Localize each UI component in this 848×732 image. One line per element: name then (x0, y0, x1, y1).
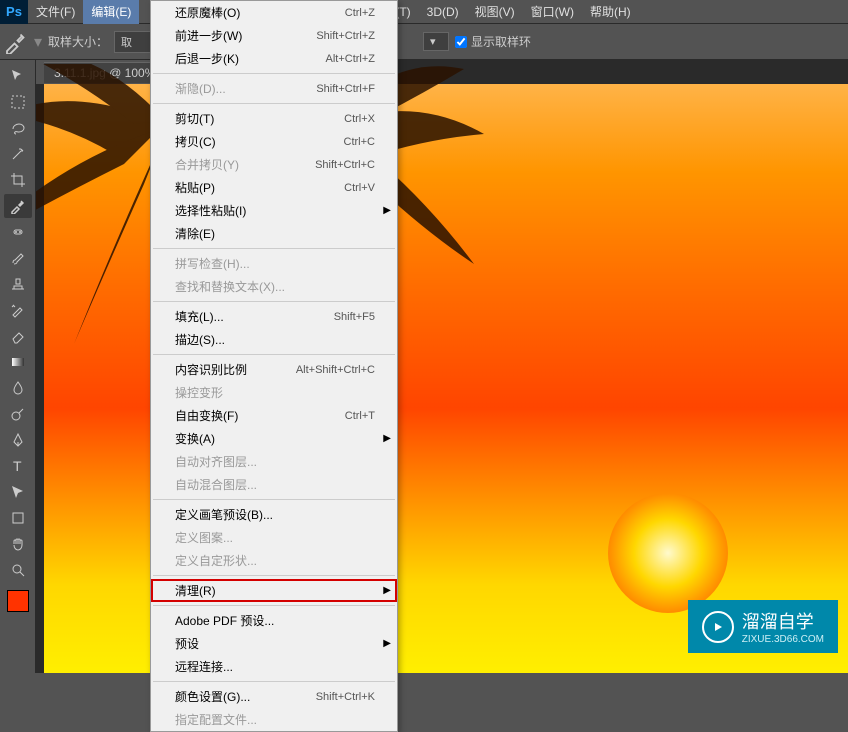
menu-item[interactable]: 粘贴(P)Ctrl+V (151, 176, 397, 199)
menu-item[interactable]: 后退一步(K)Alt+Ctrl+Z (151, 47, 397, 70)
menu-item: 合并拷贝(Y)Shift+Ctrl+C (151, 153, 397, 176)
menu-item: 自动对齐图层... (151, 450, 397, 473)
options-bar: ▾ 取样大小： 取 ▾ 显示取样环 (0, 24, 848, 60)
edit-dropdown-menu: 还原魔棒(O)Ctrl+Z前进一步(W)Shift+Ctrl+Z后退一步(K)A… (150, 0, 398, 732)
brush-tool[interactable] (4, 246, 32, 270)
menu-edit[interactable]: 编辑(E) (83, 0, 139, 24)
menu-item[interactable]: 内容识别比例Alt+Shift+Ctrl+C (151, 358, 397, 381)
history-brush-tool[interactable] (4, 298, 32, 322)
menu-item[interactable]: Adobe PDF 预设... (151, 609, 397, 632)
move-tool[interactable] (4, 64, 32, 88)
menu-item: 指定配置文件... (151, 708, 397, 731)
options-dropdown2[interactable]: ▾ (423, 32, 449, 51)
menu-item[interactable]: 还原魔棒(O)Ctrl+Z (151, 1, 397, 24)
menu-item: 查找和替换文本(X)... (151, 275, 397, 298)
stamp-tool[interactable] (4, 272, 32, 296)
menu-item[interactable]: 自由变换(F)Ctrl+T (151, 404, 397, 427)
menu-file[interactable]: 文件(F) (28, 0, 83, 24)
watermark: 溜溜自学 ZIXUE.3D66.COM (688, 600, 838, 653)
eraser-tool[interactable] (4, 324, 32, 348)
menu-item: 定义图案... (151, 526, 397, 549)
app-logo: Ps (0, 0, 28, 24)
menu-view[interactable]: 视图(V) (467, 0, 523, 24)
eyedropper-icon (4, 30, 28, 54)
menu-item[interactable]: 剪切(T)Ctrl+X (151, 107, 397, 130)
gradient-tool[interactable] (4, 350, 32, 374)
type-tool[interactable]: T (4, 454, 32, 478)
menu-item[interactable]: 定义画笔预设(B)... (151, 503, 397, 526)
play-icon (702, 611, 734, 643)
heal-tool[interactable] (4, 220, 32, 244)
sun-graphic (608, 493, 728, 613)
hand-tool[interactable] (4, 532, 32, 556)
path-tool[interactable] (4, 480, 32, 504)
menu-item[interactable]: 填充(L)...Shift+F5 (151, 305, 397, 328)
menu-item[interactable]: 选择性粘贴(I)▶ (151, 199, 397, 222)
menu-help[interactable]: 帮助(H) (582, 0, 639, 24)
menu-item: 操控变形 (151, 381, 397, 404)
menu-item[interactable]: 颜色设置(G)...Shift+Ctrl+K (151, 685, 397, 708)
wand-tool[interactable] (4, 142, 32, 166)
menu-item[interactable]: 描边(S)... (151, 328, 397, 351)
menu-item: 渐隐(D)...Shift+Ctrl+F (151, 77, 397, 100)
menu-item[interactable]: 变换(A)▶ (151, 427, 397, 450)
menu-item[interactable]: 清理(R)▶ (151, 579, 397, 602)
eyedropper-tool[interactable] (4, 194, 32, 218)
svg-text:T: T (13, 458, 22, 474)
dodge-tool[interactable] (4, 402, 32, 426)
menu-item: 定义自定形状... (151, 549, 397, 572)
menu-item[interactable]: 预设▶ (151, 632, 397, 655)
shape-tool[interactable] (4, 506, 32, 530)
lasso-tool[interactable] (4, 116, 32, 140)
menu-item[interactable]: 清除(E) (151, 222, 397, 245)
sample-size-dropdown[interactable]: 取 (114, 31, 151, 53)
blur-tool[interactable] (4, 376, 32, 400)
menu-item[interactable]: 前进一步(W)Shift+Ctrl+Z (151, 24, 397, 47)
zoom-tool[interactable] (4, 558, 32, 582)
menu-window[interactable]: 窗口(W) (523, 0, 582, 24)
menu-item[interactable]: 远程连接... (151, 655, 397, 678)
pen-tool[interactable] (4, 428, 32, 452)
menu-item: 拼写检查(H)... (151, 252, 397, 275)
sample-size-label: 取样大小： (48, 33, 108, 50)
show-ring-checkbox[interactable]: 显示取样环 (455, 33, 531, 50)
menu-item[interactable]: 拷贝(C)Ctrl+C (151, 130, 397, 153)
crop-tool[interactable] (4, 168, 32, 192)
marquee-tool[interactable] (4, 90, 32, 114)
toolbox: T (0, 60, 36, 673)
foreground-color[interactable] (7, 590, 29, 612)
menu-3d[interactable]: 3D(D) (419, 0, 467, 24)
menubar: Ps 文件(F) 编辑(E) (T) 3D(D) 视图(V) 窗口(W) 帮助(… (0, 0, 848, 24)
menu-item: 自动混合图层... (151, 473, 397, 496)
show-ring-input[interactable] (455, 36, 467, 48)
